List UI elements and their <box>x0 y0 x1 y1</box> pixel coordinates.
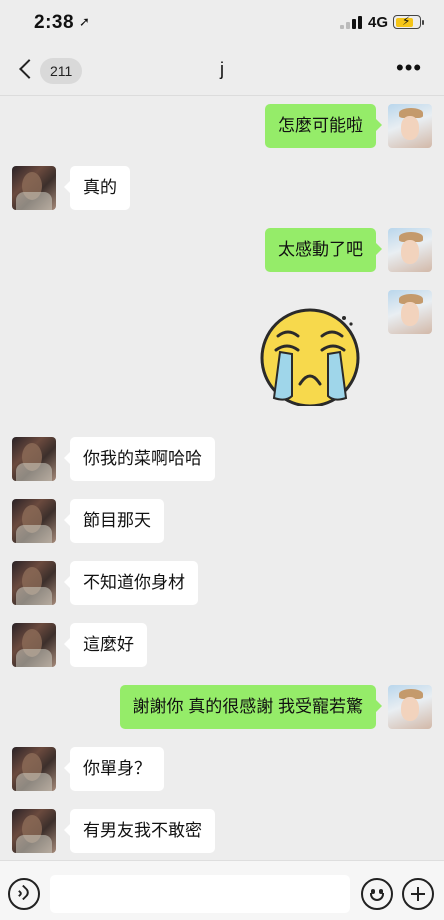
contact-avatar[interactable] <box>12 561 56 605</box>
crying-face-sticker[interactable] <box>256 306 364 406</box>
chat-screen: 2:38 ➚ 4G ⚡ 211 j ••• 怎麼可能啦 真的 太感動了吧 你我的… <box>0 0 444 920</box>
plus-icon[interactable] <box>402 878 434 910</box>
more-options-button[interactable]: ••• <box>396 57 426 82</box>
battery-icon: ⚡ <box>393 14 424 29</box>
received-message-bubble[interactable]: 你單身？ <box>64 747 164 791</box>
input-bar <box>0 860 444 920</box>
received-message-bubble[interactable]: 你我的菜啊哈哈 <box>64 437 215 481</box>
chat-title: j <box>220 59 224 79</box>
sent-message-bubble[interactable]: 謝謝你 真的很感謝 我受寵若驚 <box>119 685 383 729</box>
received-message-bubble[interactable]: 真的 <box>64 166 130 210</box>
sent-message-bubble[interactable]: 太感動了吧 <box>265 228 382 272</box>
status-bar: 2:38 ➚ 4G ⚡ <box>0 0 444 46</box>
voice-icon[interactable] <box>8 878 40 910</box>
contact-avatar[interactable] <box>12 166 56 210</box>
location-arrow-icon: ➚ <box>79 14 90 29</box>
status-time: 2:38 <box>34 12 75 33</box>
my-avatar[interactable] <box>388 290 432 334</box>
my-avatar[interactable] <box>388 228 432 272</box>
emoji-icon[interactable] <box>361 878 393 910</box>
contact-avatar[interactable] <box>12 499 56 543</box>
network-type: 4G <box>368 14 389 31</box>
chat-header: 211 j ••• <box>0 46 444 96</box>
message-input[interactable] <box>50 875 350 913</box>
received-message-bubble[interactable]: 節目那天 <box>64 499 164 543</box>
contact-avatar[interactable] <box>12 437 56 481</box>
received-message-bubble[interactable]: 有男友我不敢密 <box>64 809 215 853</box>
my-avatar[interactable] <box>388 685 432 729</box>
received-message-bubble[interactable]: 這麼好 <box>64 623 147 667</box>
sent-message-bubble[interactable]: 怎麼可能啦 <box>265 104 382 148</box>
signal-icon <box>340 16 362 29</box>
contact-avatar[interactable] <box>12 623 56 667</box>
contact-avatar[interactable] <box>12 809 56 853</box>
message-list[interactable]: 怎麼可能啦 真的 太感動了吧 你我的菜啊哈哈 節目那天 不知道你身材 這麼好 謝… <box>0 96 444 860</box>
contact-avatar[interactable] <box>12 747 56 791</box>
received-message-bubble[interactable]: 不知道你身材 <box>64 561 198 605</box>
my-avatar[interactable] <box>388 104 432 148</box>
